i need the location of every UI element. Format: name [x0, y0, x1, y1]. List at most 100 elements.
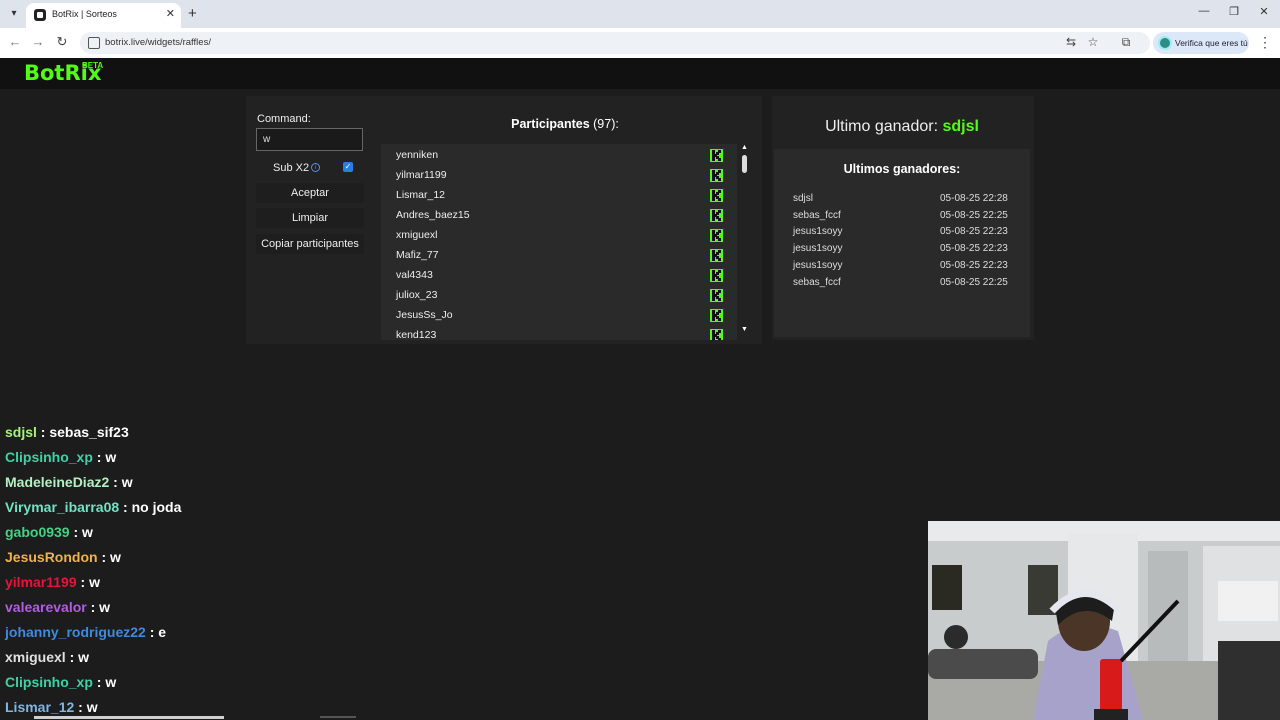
chat-username: valearevalor: [5, 599, 87, 615]
participants-title: Participantes (97):: [380, 117, 750, 131]
tab-search-icon[interactable]: ▾: [6, 6, 22, 22]
kick-icon: [710, 329, 723, 340]
close-tab-icon[interactable]: ✕: [166, 7, 175, 20]
restore-icon[interactable]: ❐: [1224, 5, 1244, 18]
chat-username: MadeleineDiaz2: [5, 474, 110, 490]
chat-username: Clipsinho_xp: [5, 674, 93, 690]
chat-username: Lismar_12: [5, 699, 75, 715]
winner-date: 05-08-25 22:23: [940, 259, 1008, 271]
participants-scrollbar[interactable]: ▲ ▼: [740, 144, 749, 338]
chat-username: JesusRondon: [5, 549, 98, 565]
chat-text: : w: [109, 474, 133, 490]
beta-badge: BETA: [82, 61, 104, 70]
info-icon[interactable]: i: [311, 163, 320, 172]
window-close-icon[interactable]: ✕: [1254, 5, 1274, 18]
chat-message: valearevalor : w: [5, 599, 110, 615]
kick-icon: [710, 269, 723, 282]
last-winner-label: Ultimo ganador:: [825, 118, 939, 135]
progress-bar-secondary: [320, 716, 356, 718]
chat-text: : w: [65, 649, 90, 665]
participant-item: yenniken: [396, 149, 439, 161]
tab-title: BotRix | Sorteos: [52, 9, 117, 19]
bookmark-star-icon[interactable]: ☆: [1085, 35, 1101, 49]
chat-username: yilmar1199: [5, 574, 77, 590]
last-winner: Ultimo ganador: sdjsl: [772, 118, 1032, 136]
scroll-up-icon[interactable]: ▲: [741, 144, 748, 151]
command-label: Command:: [257, 113, 311, 125]
kick-icon: [710, 189, 723, 202]
clear-button[interactable]: Limpiar: [256, 208, 364, 228]
chat-text: : w: [97, 549, 121, 565]
browser-toolbar: ← → ↻ botrix.live/widgets/raffles/ ⇆ ☆ ⧉…: [0, 28, 1280, 58]
chat-username: johanny_rodriguez22: [5, 624, 146, 640]
kick-icon: [710, 149, 723, 162]
translate-icon[interactable]: ⇆: [1063, 35, 1079, 49]
chat-message: johanny_rodriguez22 : e: [5, 624, 166, 640]
winner-name: jesus1soyy: [793, 243, 843, 255]
browser-tab[interactable]: BotRix | Sorteos ✕: [26, 3, 181, 28]
accept-button[interactable]: Aceptar: [256, 183, 364, 203]
winner-name: sebas_fccf: [793, 276, 841, 288]
sub-x2-checkbox[interactable]: ✓: [343, 162, 353, 172]
chat-username: gabo0939: [5, 524, 70, 540]
winner-date: 05-08-25 22:23: [940, 243, 1008, 255]
chat-text: : sebas_sif23: [36, 424, 129, 440]
chat-text: : w: [86, 599, 111, 615]
participants-list[interactable]: yenniken yilmar1199 Lismar_12 Andres_baez15…: [381, 144, 737, 340]
browser-menu-icon[interactable]: ⋮: [1258, 34, 1272, 51]
chat-message: Lismar_12 : w: [5, 699, 98, 715]
winner-name: sebas_fccf: [793, 209, 841, 221]
scroll-down-icon[interactable]: ▼: [741, 326, 748, 333]
participant-item: kend123: [396, 329, 437, 340]
kick-icon: [710, 289, 723, 302]
participant-item: val4343: [396, 269, 433, 281]
profile-button[interactable]: Verifica que eres tú: [1153, 32, 1249, 54]
minimize-icon[interactable]: —: [1194, 5, 1214, 17]
chat-message: MadeleineDiaz2 : w: [5, 474, 133, 490]
participants-label: Participantes: [511, 117, 590, 131]
site-info-icon[interactable]: [88, 37, 100, 49]
progress-bar: [34, 716, 224, 719]
winners-title: Ultimos ganadores:: [843, 162, 961, 176]
chat-message: gabo0939 : w: [5, 524, 93, 540]
browser-tab-bar: ▾ BotRix | Sorteos ✕ + — ❐ ✕: [0, 0, 1280, 28]
forward-icon[interactable]: →: [30, 34, 46, 49]
participant-item: Andres_baez15: [396, 209, 470, 221]
scroll-thumb[interactable]: [742, 155, 747, 173]
participant-item: JesusSs_Jo: [396, 309, 453, 321]
chat-text: : w: [76, 574, 100, 590]
profile-avatar-icon: [1158, 36, 1172, 50]
winner-date: 05-08-25 22:25: [940, 276, 1008, 288]
new-tab-icon[interactable]: +: [188, 5, 197, 22]
chat-username: sdjsl: [5, 424, 37, 440]
participant-item: xmiguexl: [396, 229, 438, 241]
chat-text: : no joda: [119, 499, 182, 515]
site-header: BotRix BETA: [0, 58, 1280, 89]
chat-username: Clipsinho_xp: [5, 449, 93, 465]
chat-message: JesusRondon : w: [5, 549, 121, 565]
chat-text: : w: [92, 449, 117, 465]
participant-item: Mafiz_77: [396, 249, 439, 261]
command-input[interactable]: [256, 128, 363, 151]
chat-username: xmiguexl: [5, 649, 66, 665]
back-icon[interactable]: ←: [7, 34, 23, 49]
kick-icon: [710, 169, 723, 182]
chat-text: : w: [74, 699, 98, 715]
winner-name: sdjsl: [793, 193, 814, 204]
kick-icon: [710, 249, 723, 262]
kick-icon: [710, 229, 723, 242]
reload-icon[interactable]: ↻: [54, 34, 70, 50]
chat-text: : w: [92, 674, 117, 690]
participant-item: yilmar1199: [396, 169, 447, 181]
address-bar[interactable]: botrix.live/widgets/raffles/: [80, 32, 1150, 54]
chat-message: Clipsinho_xp : w: [5, 674, 116, 690]
last-winner-name: sdjsl: [942, 118, 979, 135]
copy-participants-button[interactable]: Copiar participantes: [256, 234, 364, 254]
chat-message: yilmar1199 : w: [5, 574, 100, 590]
chat-message: sdjsl : sebas_sif23: [5, 424, 129, 440]
url-text[interactable]: botrix.live/widgets/raffles/: [105, 37, 211, 48]
winner-date: 05-08-25 22:28: [940, 193, 1008, 204]
extensions-icon[interactable]: ⧉: [1118, 35, 1134, 50]
participant-item: juliox_23: [396, 289, 438, 301]
participant-item: Lismar_12: [396, 189, 446, 201]
